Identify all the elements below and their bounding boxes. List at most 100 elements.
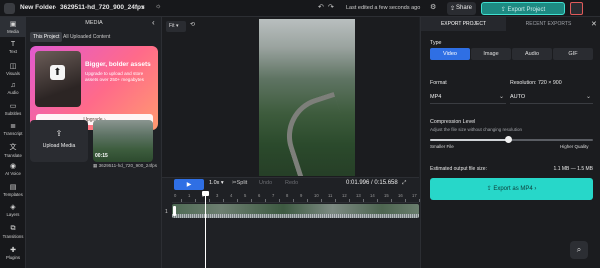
rail-item-translate[interactable]: 文 Translate (0, 142, 26, 158)
collapse-panel-icon[interactable]: ‹ (152, 18, 155, 27)
timeline-zoom-icon[interactable]: ⤢ (402, 180, 406, 187)
left-rail: ▣ Media T Text ◫ Visuals ♫ Audio ▭ Subtitles … (0, 17, 26, 268)
type-video-button[interactable]: Video (430, 48, 470, 60)
type-gif-button[interactable]: GIF (553, 48, 593, 60)
ruler-tick-mark (209, 199, 210, 202)
ai-voice-icon: ◉ (9, 163, 17, 170)
share-button[interactable]: ⇪ Share (447, 2, 476, 15)
export-project-button[interactable]: ⇪ Export Project (481, 2, 565, 15)
ruler-tick-mark (279, 199, 280, 202)
ruler-tick-mark (265, 199, 266, 202)
smaller-file-label: Smaller File (430, 144, 454, 149)
ruler-tick-label: 6 (258, 193, 261, 198)
format-select[interactable]: MP4 ⌄ (430, 91, 506, 104)
tab-this-project[interactable]: This Project (30, 32, 63, 42)
folder-name[interactable]: New Folder (20, 4, 55, 11)
audio-icon: ♫ (10, 82, 16, 89)
close-export-icon[interactable]: ✕ (591, 20, 597, 28)
ruler-tick-label: 17 (412, 193, 417, 198)
tab-export-project[interactable]: EXPORT PROJECT (421, 17, 506, 31)
rail-item-subtitles[interactable]: ▭ Subtitles (0, 102, 26, 116)
rail-item-transitions[interactable]: ⧉ Transitions (0, 225, 26, 239)
play-button[interactable]: ▶ (174, 179, 204, 190)
redo-icon[interactable]: ↷ (328, 3, 334, 11)
undo-timeline-button[interactable]: Undo (259, 180, 272, 186)
ruler-tick-mark (377, 199, 378, 202)
redo-timeline-button[interactable]: Redo (285, 180, 298, 186)
ruler-tick-label: 5 (244, 193, 247, 198)
ruler-tick-label: 9 (300, 193, 303, 198)
rail-item-plugins[interactable]: ✚ Plugins (0, 246, 26, 260)
format-value: MP4 (430, 94, 442, 100)
ruler-tick-mark (293, 199, 294, 202)
rail-item-text[interactable]: T Text (0, 41, 26, 54)
plugins-icon: ✚ (10, 247, 16, 254)
share-icon: ⇪ (450, 6, 456, 12)
play-icon: ▶ (186, 182, 192, 188)
type-image-button[interactable]: Image (471, 48, 511, 60)
video-preview[interactable] (259, 19, 355, 176)
ruler-tick-label: 0 (174, 193, 177, 198)
rail-item-media[interactable]: ▣ Media (0, 17, 26, 37)
media-thumbnail[interactable]: 00:15 (93, 120, 153, 162)
fit-dropdown[interactable]: Fit ▾ (166, 21, 186, 32)
rail-item-transcript[interactable]: ≣ Transcript (0, 122, 26, 136)
tab-all-uploaded-content[interactable]: All Uploaded Content (60, 32, 113, 42)
ruler-tick-label: 8 (286, 193, 289, 198)
ruler-tick-mark (195, 199, 196, 202)
transitions-icon: ⧉ (10, 225, 16, 232)
timeline-ruler[interactable]: 01234567891011121314151617 (172, 191, 420, 203)
export-as-mp4-label: Export as MP4 › (493, 186, 537, 192)
ruler-tick-mark (251, 199, 252, 202)
speed-label: 1.0x (209, 180, 220, 186)
rail-item-templates[interactable]: ▤ Templates (0, 183, 26, 197)
clip-trim-handle[interactable] (173, 206, 176, 216)
ruler-tick-label: 10 (314, 193, 319, 198)
rail-item-audio[interactable]: ♫ Audio (0, 82, 26, 95)
project-name[interactable]: 3629511-hd_720_900_24fps (60, 4, 145, 11)
templates-icon: ▤ (9, 184, 17, 191)
split-label: Split (236, 180, 248, 186)
export-tabs: EXPORT PROJECT RECENT EXPORTS ✕ (421, 17, 600, 31)
playhead[interactable] (205, 191, 206, 268)
project-chevron-icon[interactable]: ▾ (141, 3, 145, 11)
thumbnail-duration: 00:15 (95, 153, 108, 159)
playhead-handle[interactable] (202, 191, 209, 196)
rail-label: Text (9, 49, 17, 54)
ruler-tick-mark (349, 199, 350, 202)
type-audio-button[interactable]: Audio (512, 48, 552, 60)
undo-icon[interactable]: ↶ (318, 3, 324, 11)
settings-gear-icon[interactable]: ⚙ (430, 3, 436, 11)
breadcrumb-separator: › (54, 4, 57, 11)
export-icon: ⇪ (500, 7, 508, 13)
rail-item-layers[interactable]: ◈ Layers (0, 203, 26, 217)
playback-speed[interactable]: 1.0x ▾ (209, 180, 224, 186)
compression-slider-knob[interactable] (504, 136, 512, 143)
ruler-tick-label: 3 (216, 193, 219, 198)
tab-recent-exports[interactable]: RECENT EXPORTS (506, 17, 591, 31)
brightness-icon[interactable]: ☼ (155, 3, 161, 10)
rail-item-visuals[interactable]: ◫ Visuals (0, 62, 26, 76)
chevron-down-icon: ⌄ (585, 94, 591, 100)
upgrade-description: Upgrade to upload and store assets over … (85, 71, 144, 82)
search-icon[interactable]: ⌕ (570, 241, 588, 259)
upload-media-label: Upload Media (42, 143, 76, 149)
ruler-tick-label: 4 (230, 193, 233, 198)
video-track-clip[interactable] (172, 204, 419, 218)
ruler-tick-label: 16 (398, 193, 403, 198)
ruler-tick-mark (321, 199, 322, 202)
user-avatar[interactable] (570, 2, 583, 15)
rail-label: Media (7, 29, 19, 34)
visuals-icon: ◫ (9, 63, 17, 70)
split-button[interactable]: ✂Split (232, 180, 247, 186)
resolution-value: AUTO (510, 94, 526, 100)
home-logo-icon[interactable] (4, 3, 15, 14)
upload-media-button[interactable]: ⇪ Upload Media (30, 120, 88, 162)
resolution-select[interactable]: AUTO ⌄ (510, 91, 593, 104)
rail-item-ai-voice[interactable]: ◉ AI Voice (0, 162, 26, 176)
export-as-mp4-button[interactable]: ⇪ Export as MP4 › (430, 178, 593, 200)
ruler-tick-mark (237, 199, 238, 202)
subtitles-icon: ▭ (9, 103, 17, 110)
crop-tool-icon[interactable]: ⟲ (190, 21, 195, 28)
compression-description: Adjust the file size without changing re… (430, 127, 523, 132)
